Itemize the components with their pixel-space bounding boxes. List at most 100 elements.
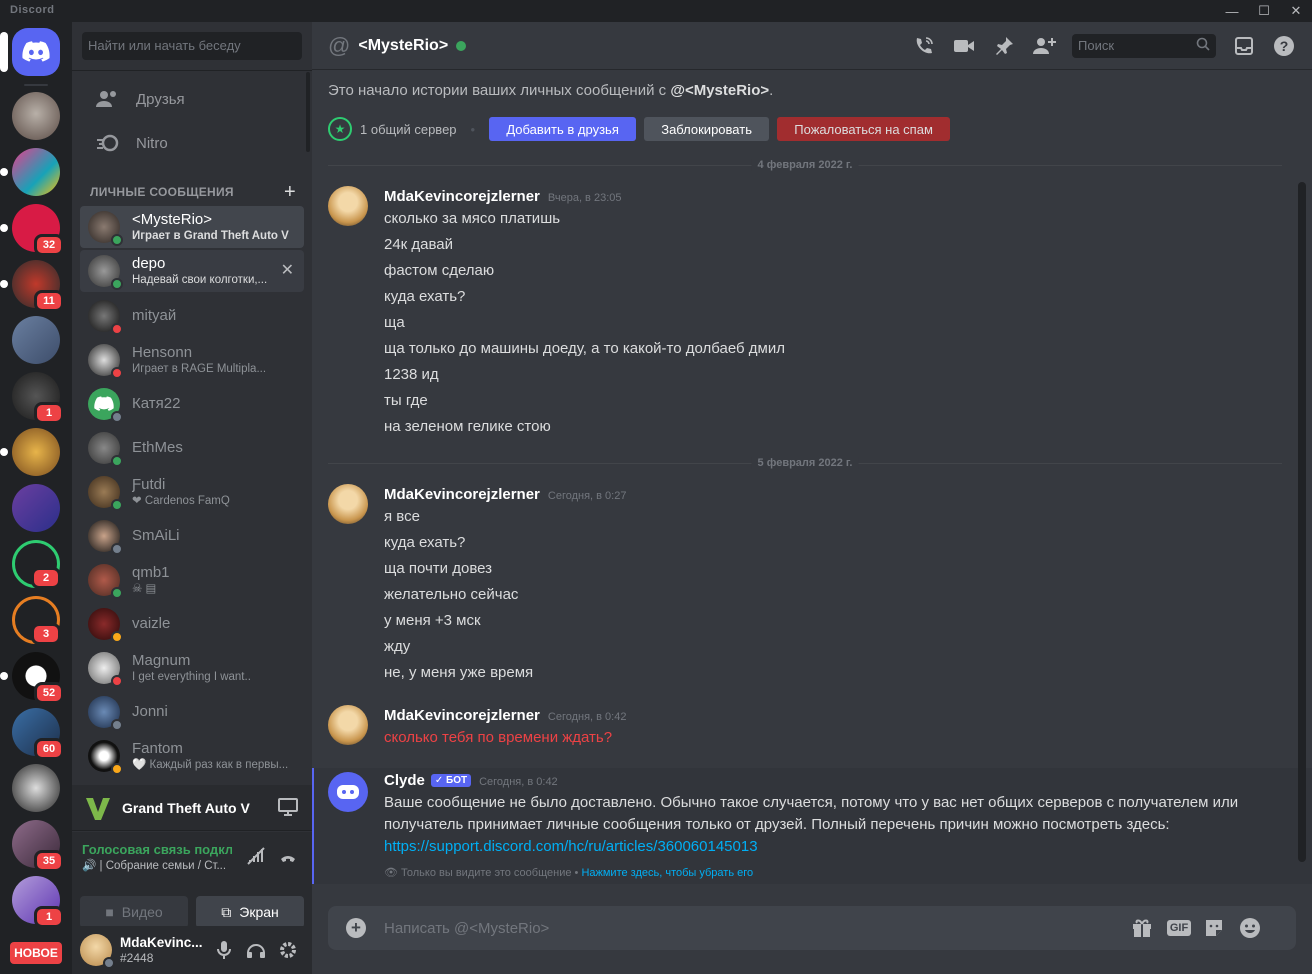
message-text: куда ехать? (384, 534, 466, 551)
support-link[interactable]: https://support.discord.com/hc/ru/articl… (384, 838, 758, 855)
dm-item-depo[interactable]: depo Надевай свои колготки,... ✕ (80, 250, 304, 292)
message-composer[interactable]: + Написать @<MysteRio> GIF (328, 906, 1296, 950)
server-icon[interactable] (12, 764, 60, 812)
disconnect-icon[interactable] (278, 846, 298, 871)
avatar (88, 696, 123, 731)
close-window-button[interactable]: ✕ (1280, 0, 1312, 22)
server-icon[interactable]: 2 (12, 540, 61, 589)
dm-item-futdi[interactable]: Ƒutdi ❤ Cardenos FamQ (80, 471, 304, 513)
activity-panel[interactable]: Grand Theft Auto V (72, 785, 312, 831)
dm-name: Катя22 (132, 395, 181, 412)
clyde-avatar[interactable] (328, 772, 368, 812)
status-online-icon (456, 40, 467, 51)
report-spam-button[interactable]: Пожаловаться на спам (777, 117, 951, 141)
dm-item-mityai[interactable]: mityaй (80, 295, 304, 337)
block-button[interactable]: Заблокировать (644, 117, 770, 141)
server-icon[interactable] (12, 316, 60, 364)
status-online-icon (111, 587, 123, 599)
server-icon[interactable] (0, 148, 60, 196)
status-online-icon (111, 455, 123, 467)
message-avatar[interactable] (328, 186, 368, 226)
message-text: получатель принимает личные сообщения то… (384, 816, 1170, 833)
dm-item-hensonn[interactable]: Hensonn Играет в RAGE Multipla... (80, 339, 304, 381)
microphone-icon[interactable] (212, 938, 236, 962)
clyde-message: Clyde ✓ БОТ Сегодня, в 0:42 Ваше сообщен… (312, 768, 1312, 884)
server-icon[interactable] (0, 428, 60, 476)
noise-suppression-icon[interactable] (246, 846, 266, 871)
dm-item-ethmes[interactable]: EthMes (80, 427, 304, 469)
message-author[interactable]: MdaKevincorejzlerner (384, 188, 540, 205)
find-conversation-input[interactable]: Найти или начать беседу (82, 32, 302, 60)
server-icon[interactable]: 11 (0, 260, 64, 312)
message-text: ща почти довез (384, 560, 493, 577)
friends-nav[interactable]: Друзья (80, 78, 304, 120)
dm-item-fantom[interactable]: Fantom 🤍 Каждый раз как в первы... (80, 735, 304, 777)
screen-button[interactable]: ⧉ Экран (196, 896, 304, 928)
discord-default-avatar-icon (94, 396, 114, 411)
sidebar-scrollbar[interactable] (306, 72, 310, 152)
server-icon[interactable] (12, 92, 60, 140)
message-author[interactable]: MdaKevincorejzlerner (384, 707, 540, 724)
add-friends-to-dm-icon[interactable] (1032, 34, 1056, 58)
pinned-messages-icon[interactable] (992, 34, 1016, 58)
dm-item-smaili[interactable]: SmAiLi (80, 515, 304, 557)
message-author[interactable]: MdaKevincorejzlerner (384, 486, 540, 503)
dm-item-vaizle[interactable]: vaizle (80, 603, 304, 645)
create-dm-button[interactable]: + (284, 181, 296, 204)
dm-item-jonni[interactable]: Jonni (80, 691, 304, 733)
attach-plus-icon[interactable]: + (346, 918, 366, 938)
server-icon[interactable]: 1 (12, 372, 64, 424)
nitro-label: Nitro (136, 134, 168, 152)
dm-name: Magnum (132, 652, 191, 669)
voice-call-icon[interactable] (912, 34, 936, 58)
settings-gear-icon[interactable] (276, 938, 300, 962)
headphones-icon[interactable] (244, 938, 268, 962)
close-dm-icon[interactable]: ✕ (281, 260, 294, 280)
add-friend-button[interactable]: Добавить в друзья (489, 117, 637, 141)
screen-label: Экран (239, 904, 279, 920)
server-icon[interactable]: 60 (12, 708, 64, 760)
help-icon[interactable]: ? (1272, 34, 1296, 58)
voice-channel[interactable]: 🔊 | Собрание семьи / Ст... (82, 858, 232, 872)
message-input-placeholder[interactable]: Написать @<MysteRio> (384, 920, 549, 937)
maximize-button[interactable]: ☐ (1248, 0, 1280, 22)
minimize-button[interactable]: — (1216, 0, 1248, 22)
video-call-icon[interactable] (952, 34, 976, 58)
inbox-icon[interactable] (1232, 34, 1256, 58)
dm-item-mysterio[interactable]: <MysteRio> Играет в Grand Theft Auto V (80, 206, 304, 248)
message-avatar[interactable] (328, 484, 368, 524)
message-author[interactable]: Clyde (384, 772, 425, 789)
emoji-icon[interactable] (1238, 916, 1262, 940)
dm-item-magnum[interactable]: Magnum I get everything I want.. (80, 647, 304, 689)
dm-activity: 🤍 Каждый раз как в первы... (132, 759, 289, 771)
gift-icon[interactable] (1130, 916, 1154, 940)
user-avatar[interactable] (80, 934, 115, 969)
dm-item-katya22[interactable]: Катя22 (80, 383, 304, 425)
chat-scrollbar[interactable] (1298, 182, 1306, 862)
server-icon[interactable]: 32 (0, 204, 64, 256)
status-online-icon (111, 234, 123, 246)
screen-share-icon[interactable] (278, 798, 298, 821)
mutual-servers-link[interactable]: 1 общий сервер (360, 122, 457, 137)
server-icon[interactable] (12, 484, 60, 532)
home-button[interactable] (0, 28, 60, 76)
gif-picker-icon[interactable]: GIF (1166, 916, 1192, 940)
message-avatar[interactable] (328, 705, 368, 745)
video-button[interactable]: ■ Видео (80, 896, 188, 928)
screen-icon: ⧉ (221, 903, 232, 920)
server-icon[interactable]: 1 (12, 876, 64, 928)
mention-badge: 60 (34, 738, 64, 760)
server-icon[interactable]: 52 (0, 652, 64, 704)
avatar (88, 388, 123, 423)
new-tag[interactable]: НОВОЕ (10, 942, 62, 964)
dm-item-qmb1[interactable]: qmb1 ☠ ▤ (80, 559, 304, 601)
server-icon[interactable]: 35 (12, 820, 64, 872)
user-name[interactable]: MdaKevinc... (120, 935, 203, 951)
nitro-nav[interactable]: Nitro (80, 122, 304, 164)
voice-status[interactable]: Голосовая связь подключена (82, 842, 232, 857)
svg-text:?: ? (1280, 38, 1289, 54)
search-input[interactable]: Поиск (1072, 34, 1216, 58)
sticker-icon[interactable] (1202, 916, 1226, 940)
server-icon[interactable]: 3 (12, 596, 61, 645)
dismiss-message-link[interactable]: Нажмите здесь, чтобы убрать его (581, 867, 753, 879)
